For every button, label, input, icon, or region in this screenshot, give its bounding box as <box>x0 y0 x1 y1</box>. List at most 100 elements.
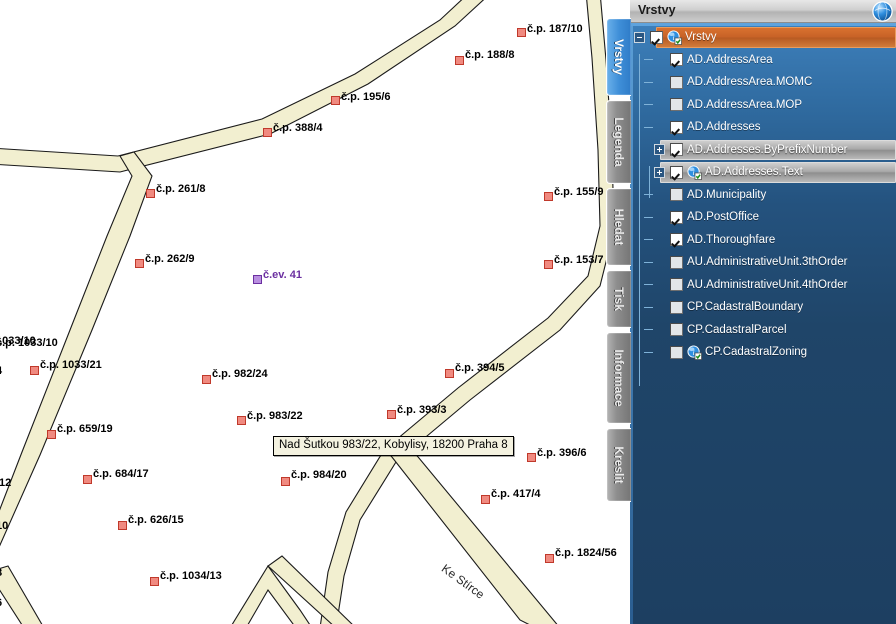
layer-row[interactable]: AD.AddressArea <box>630 49 896 72</box>
layer-visibility-checkbox[interactable] <box>670 345 683 359</box>
tab-legenda[interactable]: Legenda <box>606 100 631 184</box>
layer-name: AD.AddressArea.MOP <box>687 98 803 111</box>
layer-row[interactable]: AD.Municipality <box>630 184 896 207</box>
collapse-icon[interactable] <box>634 31 645 43</box>
layer-visibility-checkbox[interactable] <box>670 300 683 314</box>
layer-visibility-checkbox[interactable] <box>670 53 683 67</box>
layer-name: Vrstvy <box>685 31 717 44</box>
tree-connector <box>644 104 653 106</box>
layer-row[interactable]: i AD.Addresses.Text <box>630 161 896 184</box>
expand-icon[interactable] <box>654 144 665 156</box>
address-point-marker[interactable] <box>455 56 464 65</box>
layer-info-icon[interactable]: i <box>667 30 682 45</box>
tab-hledat[interactable]: Hledat <box>606 188 631 266</box>
layer-row[interactable]: AD.Addresses.ByPrefixNumber <box>630 139 896 162</box>
layer-name: AD.Municipality <box>687 188 767 201</box>
address-point-marker[interactable] <box>527 453 536 462</box>
tree-connector <box>644 351 653 353</box>
layer-info-icon[interactable]: i <box>687 165 702 180</box>
address-point-marker[interactable] <box>545 554 554 563</box>
layer-visibility-checkbox[interactable] <box>670 165 683 179</box>
layer-row[interactable]: AU.AdministrativeUnit.3thOrder <box>630 251 896 274</box>
layer-row[interactable]: AD.AddressArea.MOMC <box>630 71 896 94</box>
address-point-marker[interactable] <box>544 192 553 201</box>
layer-visibility-checkbox[interactable] <box>670 233 683 247</box>
layer-visibility-checkbox[interactable] <box>670 143 683 157</box>
address-point-marker[interactable] <box>146 189 155 198</box>
layer-name: AD.Addresses.Text <box>705 166 803 179</box>
globe-info-icon[interactable] <box>871 0 894 23</box>
layer-visibility-checkbox[interactable] <box>670 210 683 224</box>
layer-name: CP.CadastralZoning <box>705 346 808 359</box>
tab-tisk[interactable]: Tisk <box>606 270 631 328</box>
address-point-marker[interactable] <box>445 369 454 378</box>
svg-text:i: i <box>673 33 675 42</box>
address-point-marker[interactable] <box>331 96 340 105</box>
layer-info-icon[interactable]: i <box>687 345 702 360</box>
address-tooltip: Nad Šutkou 983/22, Kobylisy, 18200 Praha… <box>273 436 514 456</box>
expand-icon[interactable] <box>654 166 665 178</box>
layer-row[interactable]: i Vrstvy <box>630 26 896 49</box>
layer-row[interactable]: AD.PostOffice <box>630 206 896 229</box>
tree-connector <box>644 306 653 308</box>
layer-visibility-checkbox[interactable] <box>670 120 683 134</box>
layer-row[interactable]: AU.AdministrativeUnit.4thOrder <box>630 274 896 297</box>
tab-label: Vrstvy <box>612 38 626 76</box>
address-point-marker[interactable] <box>135 259 144 268</box>
layer-visibility-checkbox[interactable] <box>650 30 663 44</box>
address-point-marker[interactable] <box>281 477 290 486</box>
tree-connector <box>644 81 653 83</box>
address-point-marker[interactable] <box>517 28 526 37</box>
layer-row[interactable]: CP.CadastralBoundary <box>630 296 896 319</box>
tab-label: Informace <box>612 349 626 407</box>
layer-visibility-checkbox[interactable] <box>670 278 683 292</box>
layer-tree[interactable]: i Vrstvy AD.AddressArea AD.AddressArea.MOMC… <box>630 26 896 624</box>
address-point-marker[interactable] <box>118 521 127 530</box>
tree-connector-line <box>639 54 640 386</box>
address-point-marker[interactable] <box>544 260 553 269</box>
layer-visibility-checkbox[interactable] <box>670 98 683 112</box>
layer-row[interactable]: CP.CadastralParcel <box>630 319 896 342</box>
layer-row[interactable]: AD.AddressArea.MOP <box>630 94 896 117</box>
address-point-marker[interactable] <box>47 430 56 439</box>
address-point-marker[interactable] <box>387 410 396 419</box>
layer-visibility-checkbox[interactable] <box>670 75 683 89</box>
layer-row[interactable]: AD.Addresses <box>630 116 896 139</box>
tab-kreslit[interactable]: Kreslit <box>606 428 631 502</box>
tab-vrstvy[interactable]: Vrstvy <box>606 18 631 96</box>
tree-connector <box>644 284 653 286</box>
address-point-marker[interactable] <box>237 416 246 425</box>
address-point-marker[interactable] <box>263 128 272 137</box>
address-point-marker[interactable] <box>150 577 159 586</box>
tree-connector-line <box>649 166 650 198</box>
tab-label: Tisk <box>612 287 626 311</box>
layer-visibility-checkbox[interactable] <box>670 255 683 269</box>
panel-titlebar: Vrstvy <box>630 0 896 23</box>
tab-label: Kreslit <box>612 446 626 484</box>
panel-title: Vrstvy <box>638 3 676 17</box>
layer-visibility-checkbox[interactable] <box>670 323 683 337</box>
layer-visibility-checkbox[interactable] <box>670 188 683 202</box>
layer-name: CP.CadastralParcel <box>687 323 787 336</box>
map-canvas[interactable]: č.p. 187/10 č.p. 188/8 č.p. 195/6 č.p. 388/… <box>0 0 632 624</box>
tab-label: Legenda <box>612 117 626 167</box>
tree-connector <box>644 239 653 241</box>
address-point-marker[interactable] <box>30 366 39 375</box>
address-point-marker[interactable] <box>202 375 211 384</box>
tab-informace[interactable]: Informace <box>606 332 631 424</box>
address-point-marker[interactable] <box>481 495 490 504</box>
layer-row[interactable]: AD.Thoroughfare <box>630 229 896 252</box>
address-point-marker[interactable] <box>253 275 262 284</box>
layer-name: AD.PostOffice <box>687 211 760 224</box>
layer-name: AD.Addresses.ByPrefixNumber <box>687 143 848 156</box>
address-point-marker[interactable] <box>83 475 92 484</box>
tree-connector <box>644 261 653 263</box>
layer-row[interactable]: i CP.CadastralZoning <box>630 341 896 364</box>
